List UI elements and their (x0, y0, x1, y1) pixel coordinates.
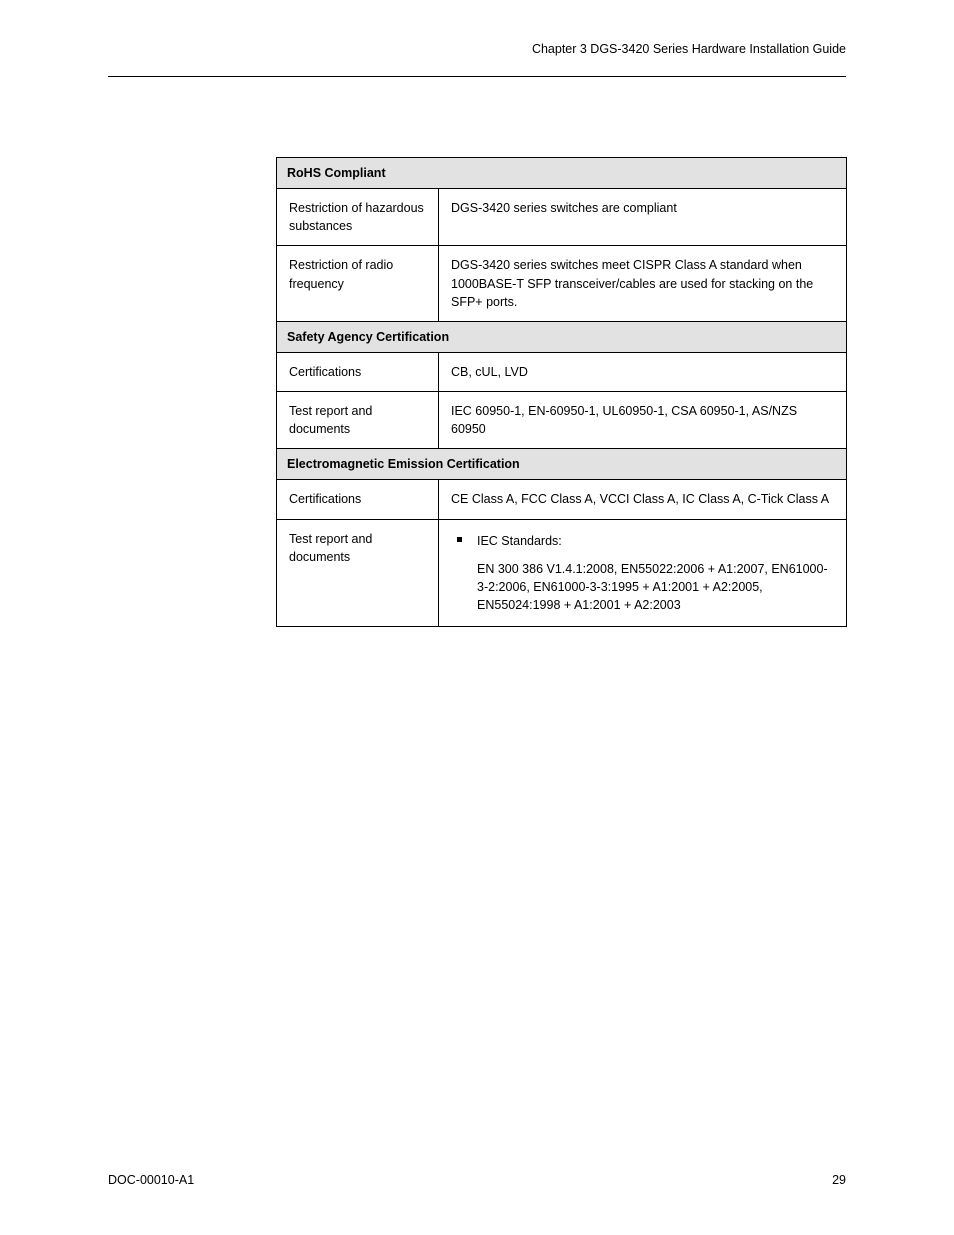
section-title: Safety Agency Certification (277, 321, 847, 352)
content-area: RoHS Compliant Restriction of hazardous … (276, 157, 846, 627)
table-row: Test report and documents IEC Standards:… (277, 519, 847, 627)
row-label: Test report and documents (277, 519, 439, 627)
row-label: Certifications (277, 480, 439, 519)
bullet-list: IEC Standards: EN 300 386 V1.4.1:2008, E… (451, 532, 834, 615)
header-rule (108, 76, 846, 77)
section-title: RoHS Compliant (277, 158, 847, 189)
section-header: Electromagnetic Emission Certification (277, 449, 847, 480)
table-row: Test report and documents IEC 60950-1, E… (277, 392, 847, 449)
footer-version: DOC-00010-A1 (108, 1173, 194, 1187)
table-row: Restriction of hazardous substances DGS-… (277, 189, 847, 246)
row-label: Test report and documents (277, 392, 439, 449)
footer-page-number: 29 (832, 1173, 846, 1187)
row-value: CB, cUL, LVD (439, 352, 847, 391)
row-value: IEC Standards: EN 300 386 V1.4.1:2008, E… (439, 519, 847, 627)
table-row: Certifications CE Class A, FCC Class A, … (277, 480, 847, 519)
section-header: RoHS Compliant (277, 158, 847, 189)
section-title: Electromagnetic Emission Certification (277, 449, 847, 480)
table-row: Certifications CB, cUL, LVD (277, 352, 847, 391)
running-header: Chapter 3 DGS-3420 Series Hardware Insta… (108, 42, 846, 56)
section-header: Safety Agency Certification (277, 321, 847, 352)
row-label: Restriction of radio frequency (277, 246, 439, 321)
bullet-main: IEC Standards: (477, 534, 562, 548)
row-label: Certifications (277, 352, 439, 391)
spec-table: RoHS Compliant Restriction of hazardous … (276, 157, 847, 627)
table-row: Restriction of radio frequency DGS-3420 … (277, 246, 847, 321)
row-value: CE Class A, FCC Class A, VCCI Class A, I… (439, 480, 847, 519)
row-value: DGS-3420 series switches are compliant (439, 189, 847, 246)
row-value: IEC 60950-1, EN-60950-1, UL60950-1, CSA … (439, 392, 847, 449)
page-footer: DOC-00010-A1 29 (108, 1173, 846, 1187)
bullet-item: IEC Standards: EN 300 386 V1.4.1:2008, E… (473, 532, 834, 615)
row-value: DGS-3420 series switches meet CISPR Clas… (439, 246, 847, 321)
page: Chapter 3 DGS-3420 Series Hardware Insta… (0, 0, 954, 1235)
row-label: Restriction of hazardous substances (277, 189, 439, 246)
running-title: Chapter 3 DGS-3420 Series Hardware Insta… (532, 42, 846, 56)
bullet-sub: EN 300 386 V1.4.1:2008, EN55022:2006 + A… (477, 560, 834, 614)
